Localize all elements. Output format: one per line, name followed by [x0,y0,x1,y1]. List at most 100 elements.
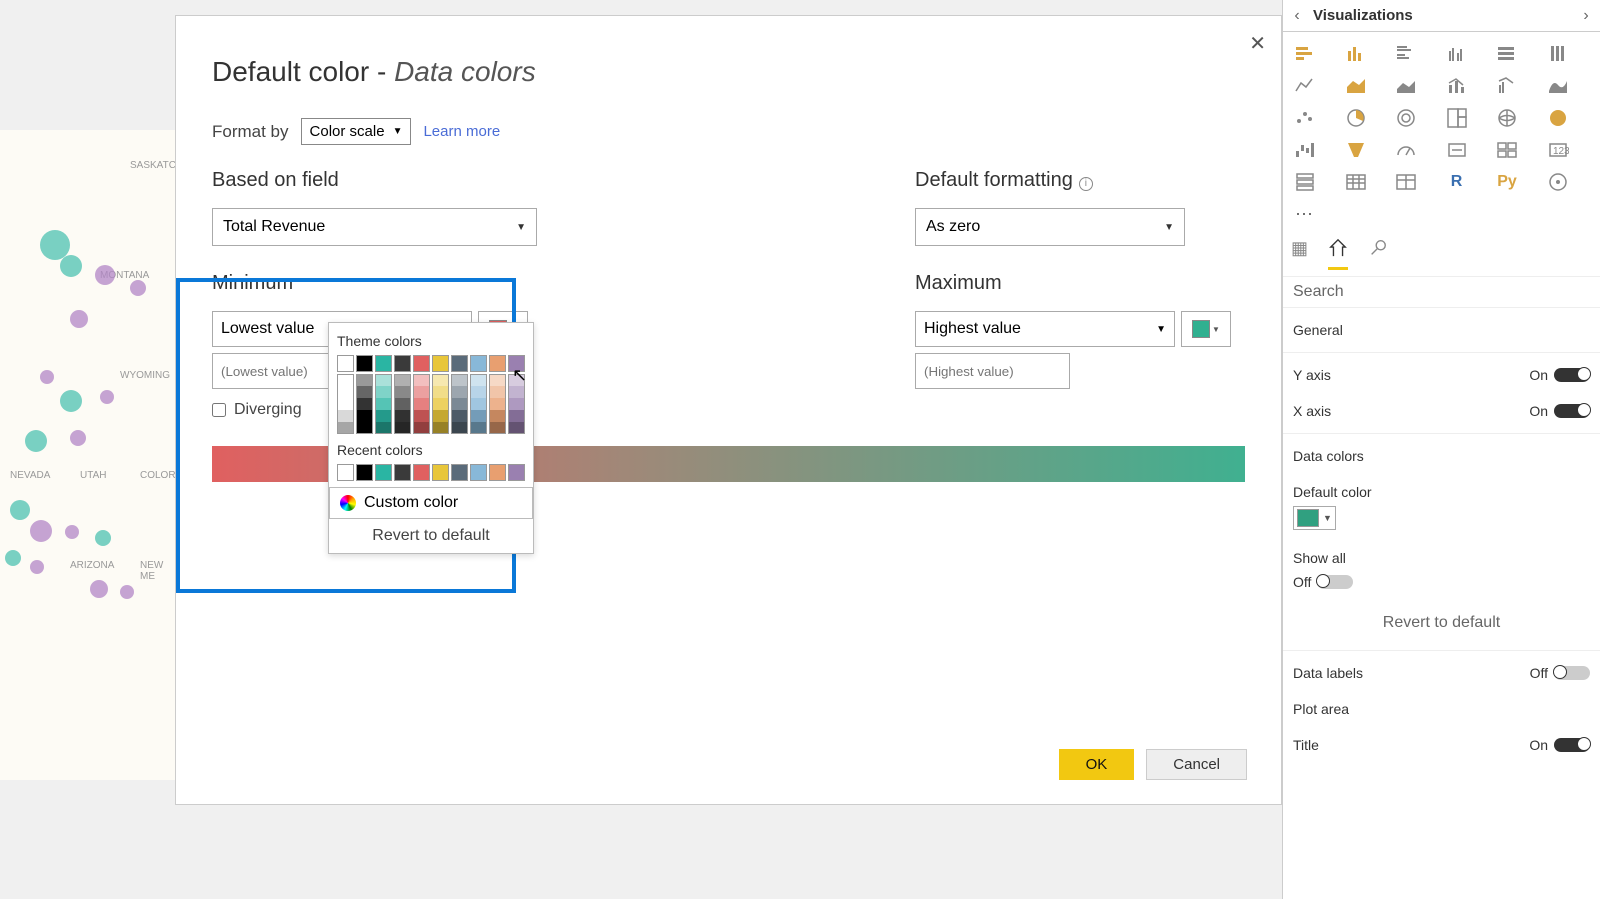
revert-to-default-button[interactable]: Revert to default [329,519,533,553]
format-tab-icon[interactable] [1328,238,1348,270]
color-shade[interactable] [337,410,354,422]
stacked-bar-icon[interactable] [1293,42,1317,66]
color-shade[interactable] [356,410,373,422]
card-icon[interactable] [1445,138,1469,162]
matrix-icon[interactable] [1394,170,1418,194]
color-shade[interactable] [375,386,392,398]
color-shade[interactable] [337,374,354,386]
pane-forward-button[interactable]: › [1576,7,1596,25]
maximum-mode-dropdown[interactable]: Highest value [915,311,1175,347]
stacked-area-icon[interactable] [1394,74,1418,98]
color-shade[interactable] [470,398,487,410]
color-shade[interactable] [375,374,392,386]
color-shade[interactable] [413,386,430,398]
hundred-bar-icon[interactable] [1495,42,1519,66]
diverging-checkbox[interactable] [212,403,226,417]
color-shade[interactable] [356,386,373,398]
r-visual-icon[interactable]: R [1445,170,1469,194]
color-shade[interactable] [432,410,449,422]
color-shade[interactable] [489,398,506,410]
color-shade[interactable] [470,386,487,398]
recent-color-swatch[interactable] [337,464,354,481]
color-shade[interactable] [489,410,506,422]
color-shade[interactable] [470,374,487,386]
color-shade[interactable] [508,410,525,422]
line-column-icon[interactable] [1445,74,1469,98]
color-swatch[interactable] [451,355,468,372]
clustered-column-icon[interactable] [1445,42,1469,66]
analytics-tab-icon[interactable] [1368,238,1388,270]
default-color-chip[interactable] [1293,506,1336,530]
color-shade[interactable] [375,410,392,422]
default-formatting-dropdown[interactable]: As zero [915,208,1185,246]
general-section[interactable]: General [1293,312,1590,348]
color-shade[interactable] [413,422,430,434]
color-shade[interactable] [508,398,525,410]
color-shade[interactable] [337,422,354,434]
donut-icon[interactable] [1394,106,1418,130]
treemap-icon[interactable] [1445,106,1469,130]
color-shade[interactable] [413,374,430,386]
custom-color-button[interactable]: Custom color [329,487,533,519]
color-shade[interactable] [489,386,506,398]
color-swatch[interactable] [375,355,392,372]
color-shade[interactable] [337,398,354,410]
color-shade[interactable] [470,410,487,422]
recent-color-swatch[interactable] [489,464,506,481]
stacked-column-icon[interactable] [1344,42,1368,66]
area-chart-icon[interactable] [1344,74,1368,98]
color-shade[interactable] [375,422,392,434]
key-influencers-icon[interactable] [1546,170,1570,194]
ribbon-icon[interactable] [1546,74,1570,98]
recent-color-swatch[interactable] [508,464,525,481]
color-shade[interactable] [394,374,411,386]
based-on-field-dropdown[interactable]: Total Revenue [212,208,537,246]
search-input[interactable]: Search [1283,277,1600,308]
color-shade[interactable] [451,422,468,434]
kpi-icon[interactable]: 123 [1546,138,1570,162]
cancel-button[interactable]: Cancel [1146,749,1247,780]
xaxis-toggle[interactable] [1554,404,1590,418]
color-shade[interactable] [432,398,449,410]
maximum-value-input[interactable] [915,353,1070,389]
scatter-icon[interactable] [1293,106,1317,130]
title-toggle[interactable] [1554,738,1590,752]
yaxis-toggle[interactable] [1554,368,1590,382]
color-shade[interactable] [394,422,411,434]
data-colors-section[interactable]: Data colors [1293,438,1590,474]
recent-color-swatch[interactable] [451,464,468,481]
multi-card-icon[interactable] [1495,138,1519,162]
color-shade[interactable] [451,398,468,410]
color-shade[interactable] [489,374,506,386]
close-icon[interactable]: ✕ [1249,31,1266,56]
gauge-icon[interactable] [1394,138,1418,162]
format-by-dropdown[interactable]: Color scale [301,118,412,145]
clustered-bar-icon[interactable] [1394,42,1418,66]
line-chart-icon[interactable] [1293,74,1317,98]
pane-back-button[interactable]: ‹ [1287,7,1307,25]
color-shade[interactable] [432,386,449,398]
color-shade[interactable] [356,398,373,410]
color-swatch[interactable] [337,355,354,372]
table-icon[interactable] [1344,170,1368,194]
color-shade[interactable] [356,374,373,386]
color-shade[interactable] [337,386,354,398]
color-shade[interactable] [413,410,430,422]
color-swatch[interactable] [413,355,430,372]
pie-icon[interactable] [1344,106,1368,130]
recent-color-swatch[interactable] [394,464,411,481]
color-swatch[interactable] [394,355,411,372]
color-shade[interactable] [508,386,525,398]
more-icon[interactable]: ⋯ [1293,202,1317,226]
maximum-color-button[interactable] [1181,311,1231,347]
line-clustered-icon[interactable] [1495,74,1519,98]
recent-color-swatch[interactable] [375,464,392,481]
waterfall-icon[interactable] [1293,138,1317,162]
color-swatch[interactable] [489,355,506,372]
funnel-icon[interactable] [1344,138,1368,162]
plot-area-section[interactable]: Plot area [1293,691,1590,727]
recent-color-swatch[interactable] [413,464,430,481]
ok-button[interactable]: OK [1059,749,1135,780]
recent-color-swatch[interactable] [470,464,487,481]
data-labels-toggle[interactable] [1554,666,1590,680]
